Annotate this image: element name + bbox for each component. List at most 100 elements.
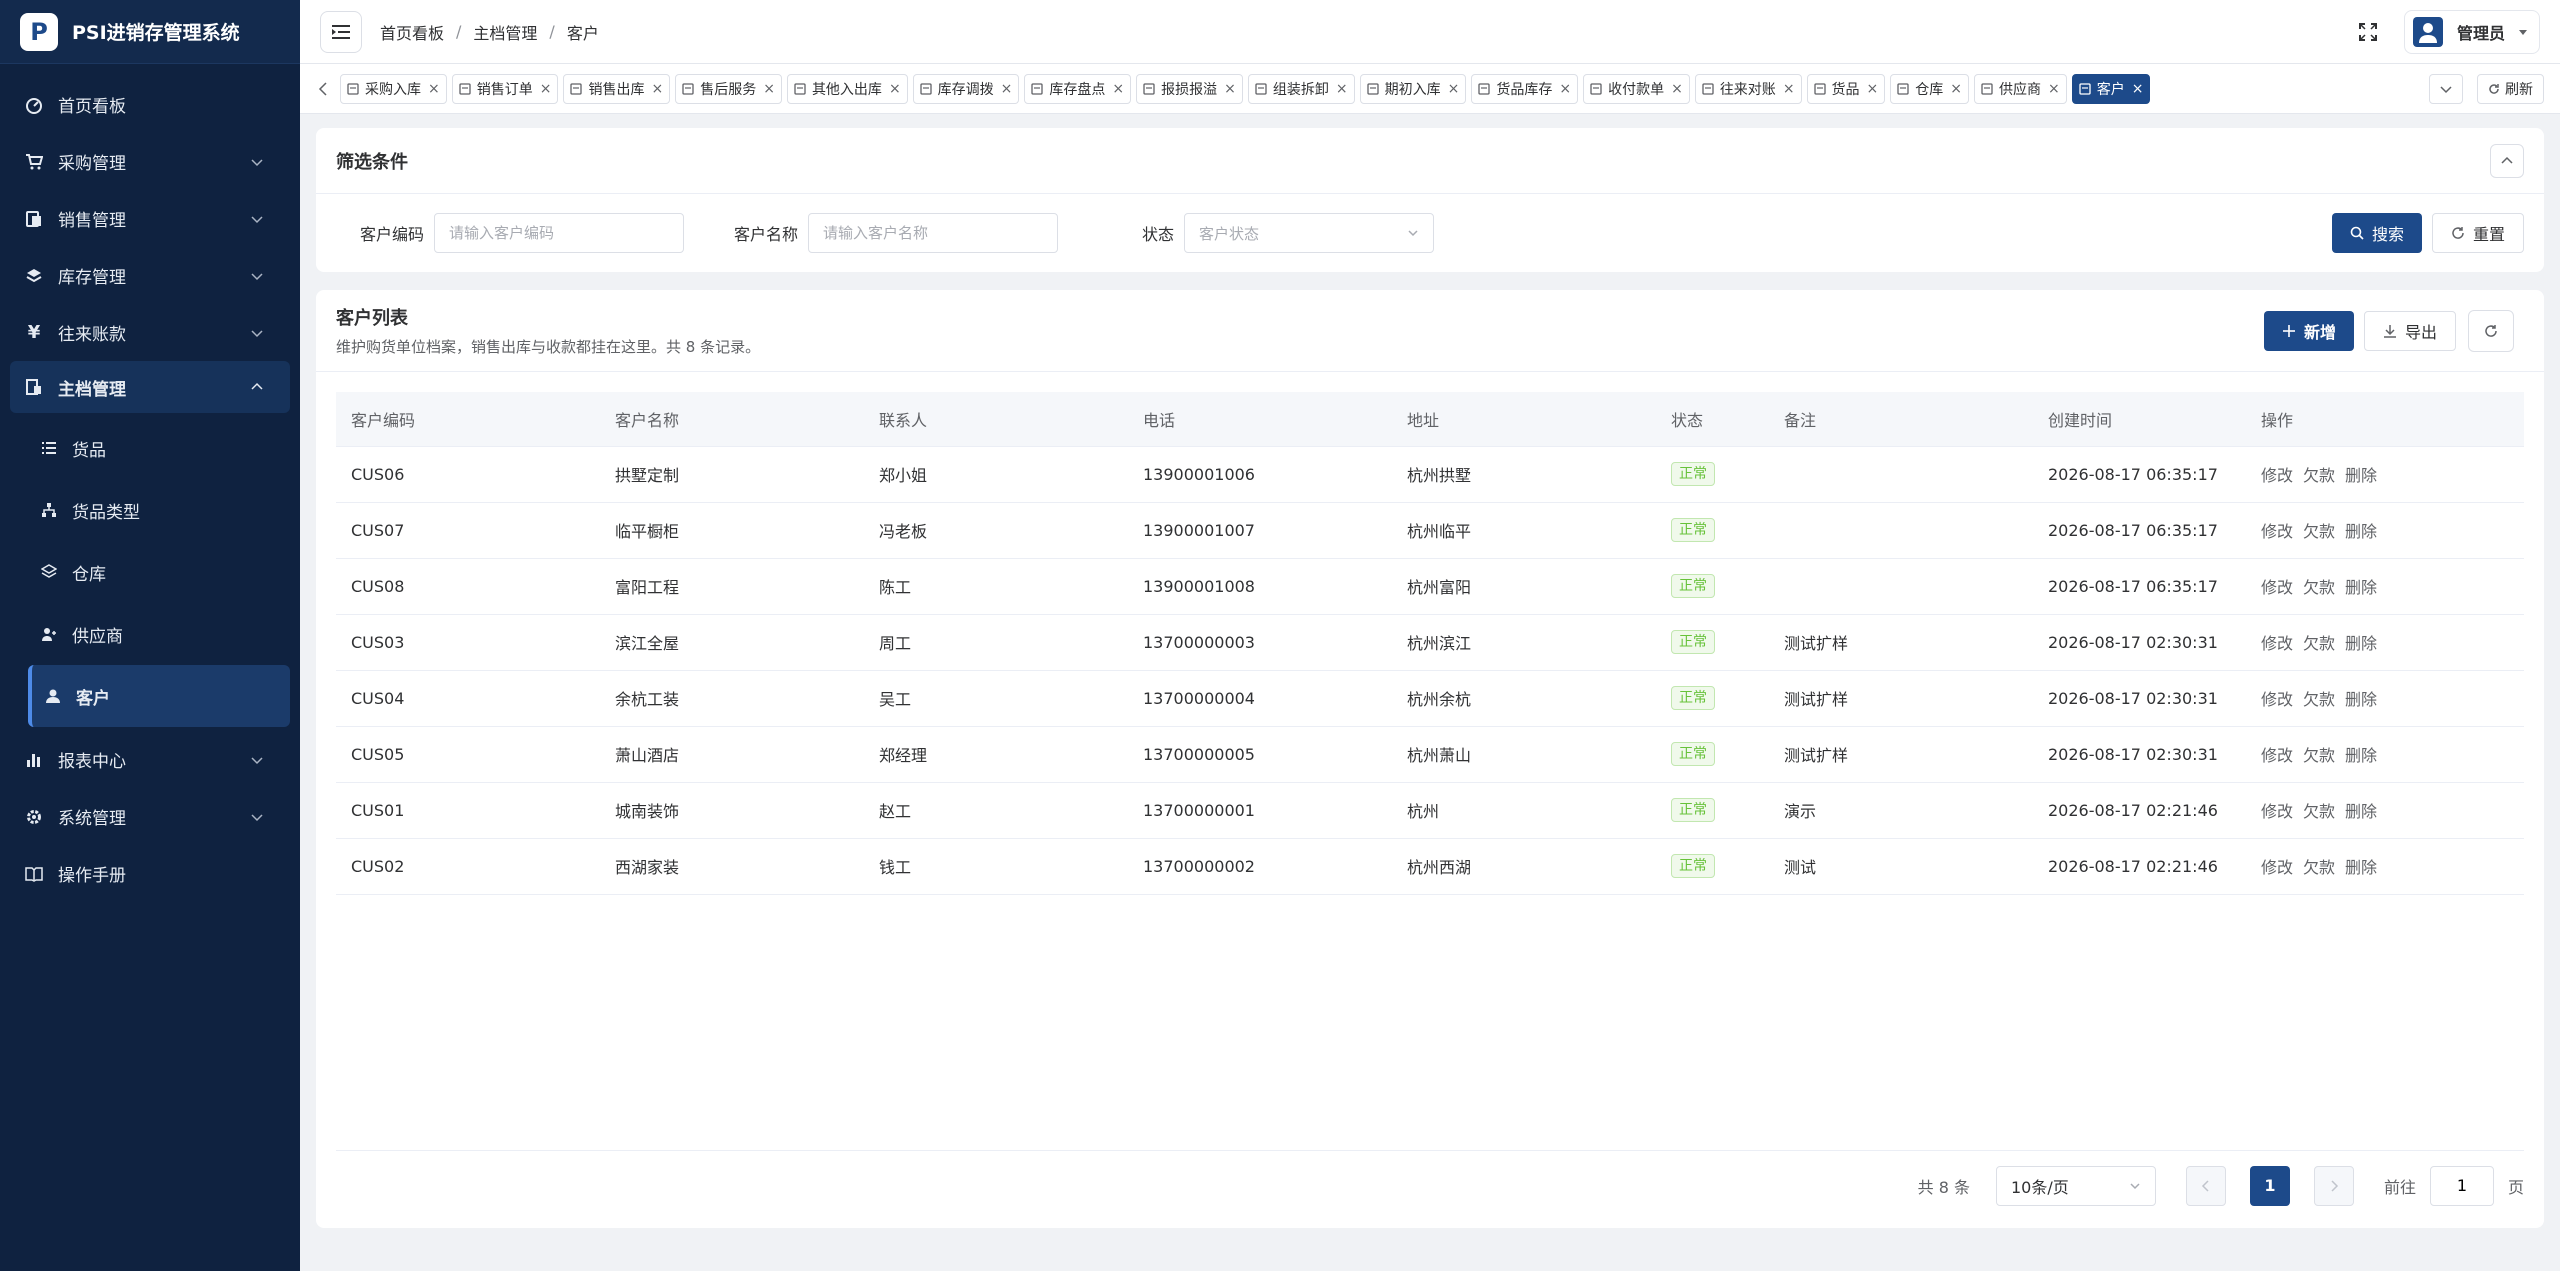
close-icon[interactable]: × [1559,81,1571,97]
plus-icon [2282,324,2296,338]
close-icon[interactable]: × [1448,81,1460,97]
tab-item[interactable]: 其他入出库 × [786,73,908,104]
cell-operations: 修改 欠款 删除 [2246,502,2524,559]
customer-code-input[interactable] [434,213,685,253]
sidebar-toggle-button[interactable] [320,10,362,53]
edit-button[interactable]: 修改 [2261,690,2293,709]
edit-button[interactable]: 修改 [2261,578,2293,597]
edit-button[interactable]: 修改 [2261,746,2293,765]
arrears-button[interactable]: 欠款 [2303,802,2335,821]
close-icon[interactable]: × [651,81,663,97]
sidebar-item-accounts[interactable]: ¥ 往来账款 [0,304,300,361]
export-button[interactable]: 导出 [2363,310,2456,351]
reset-button[interactable]: 重置 [2431,213,2524,253]
sidebar-item-customer[interactable]: 客户 [28,665,290,727]
close-icon[interactable]: × [763,81,775,97]
tab-item[interactable]: 期初入库 × [1359,73,1467,104]
tabs-scroll-left-button[interactable] [312,74,334,104]
search-button[interactable]: 搜索 [2331,213,2422,253]
user-menu[interactable]: 管理员 [2403,9,2540,54]
sidebar-item-system[interactable]: 系统管理 [0,788,300,845]
sidebar-item-warehouse[interactable]: 仓库 [28,541,290,603]
delete-button[interactable]: 删除 [2345,746,2377,765]
sidebar-item-inventory[interactable]: 库存管理 [0,247,300,304]
edit-button[interactable]: 修改 [2261,466,2293,485]
arrears-button[interactable]: 欠款 [2303,466,2335,485]
refresh-table-button[interactable] [2468,309,2514,352]
edit-button[interactable]: 修改 [2261,802,2293,821]
next-page-button[interactable] [2313,1165,2354,1206]
close-icon[interactable]: × [428,81,440,97]
breadcrumb-item-master[interactable]: 主档管理 [473,20,537,44]
tab-item[interactable]: 售后服务 × [675,73,782,104]
refresh-tab-button[interactable]: 刷新 [2477,73,2544,104]
close-icon[interactable]: × [1001,81,1013,97]
tab-item[interactable]: 报损报溢 × [1136,73,1243,104]
sidebar-item-reports[interactable]: 报表中心 [0,731,300,788]
tab-item[interactable]: 供应商 × [1974,73,2067,104]
edit-button[interactable]: 修改 [2261,858,2293,877]
close-icon[interactable]: × [1867,81,1879,97]
filter-collapse-button[interactable] [2490,143,2524,178]
arrears-button[interactable]: 欠款 [2303,578,2335,597]
tab-item[interactable]: 仓库 × [1890,73,1970,104]
page-number-current[interactable]: 1 [2249,1165,2290,1206]
sidebar-item-sales[interactable]: 销售管理 [0,190,300,247]
delete-button[interactable]: 删除 [2345,522,2377,541]
close-icon[interactable]: × [889,81,901,97]
close-icon[interactable]: × [1671,81,1683,97]
close-icon[interactable]: × [1336,81,1348,97]
close-icon[interactable]: × [2132,81,2144,97]
delete-button[interactable]: 删除 [2345,690,2377,709]
tab-item[interactable]: 库存调拨 × [912,73,1020,104]
tab-item[interactable]: 销售订单 × [451,73,559,104]
close-icon[interactable]: × [1112,81,1124,97]
tabs-dropdown-button[interactable] [2429,73,2463,104]
tab-item[interactable]: 库存盘点 × [1024,73,1132,104]
sidebar-item-supplier[interactable]: 供应商 [28,603,290,665]
sidebar-item-master[interactable]: 主档管理 [10,361,290,413]
delete-button[interactable]: 删除 [2345,858,2377,877]
arrears-button[interactable]: 欠款 [2303,690,2335,709]
tab-item[interactable]: 组装拆卸 × [1247,73,1355,104]
cell-phone: 13700000004 [1128,670,1392,727]
sidebar-item-goods-type[interactable]: 货品类型 [28,479,290,541]
sidebar-item-dashboard[interactable]: 首页看板 [0,76,300,133]
add-customer-button[interactable]: 新增 [2263,310,2354,351]
delete-button[interactable]: 删除 [2345,802,2377,821]
tab-icon [1590,82,1603,95]
arrears-button[interactable]: 欠款 [2303,522,2335,541]
customer-name-input[interactable] [808,213,1059,253]
tab-item[interactable]: 销售出库 × [563,73,671,104]
breadcrumb-item-home[interactable]: 首页看板 [380,20,444,44]
delete-button[interactable]: 删除 [2345,466,2377,485]
goto-page-input[interactable] [2429,1165,2494,1206]
edit-button[interactable]: 修改 [2261,634,2293,653]
fullscreen-button[interactable] [2354,18,2382,46]
tab-item[interactable]: 货品库存 × [1471,73,1579,104]
page-size-select[interactable]: 10条/页 [1995,1165,2156,1206]
close-icon[interactable]: × [540,81,552,97]
close-icon[interactable]: × [1783,81,1795,97]
close-icon[interactable]: × [1224,81,1236,97]
close-icon[interactable]: × [1950,81,1962,97]
tab-item[interactable]: 采购入库 × [340,73,447,104]
arrears-button[interactable]: 欠款 [2303,746,2335,765]
arrears-button[interactable]: 欠款 [2303,858,2335,877]
tab-icon [1366,82,1380,95]
status-select[interactable]: 客户状态 [1184,213,1435,253]
delete-button[interactable]: 删除 [2345,578,2377,597]
tab-item[interactable]: 货品 × [1806,73,1886,104]
sidebar-item-manual[interactable]: 操作手册 [0,845,300,902]
arrears-button[interactable]: 欠款 [2303,634,2335,653]
tab-item[interactable]: 往来对账 × [1694,73,1802,104]
delete-button[interactable]: 删除 [2345,634,2377,653]
table-row: CUS03 滨江全屋 周工 13700000003 杭州滨江 正常 测试扩样 2026-08-… [336,614,2524,671]
sidebar-item-goods[interactable]: 货品 [28,417,290,479]
close-icon[interactable]: × [2048,81,2060,97]
tab-item[interactable]: 客户 × [2071,73,2151,104]
prev-page-button[interactable] [2185,1165,2226,1206]
tab-item[interactable]: 收付款单 × [1583,73,1690,104]
sidebar-item-purchase[interactable]: 采购管理 [0,133,300,190]
edit-button[interactable]: 修改 [2261,522,2293,541]
